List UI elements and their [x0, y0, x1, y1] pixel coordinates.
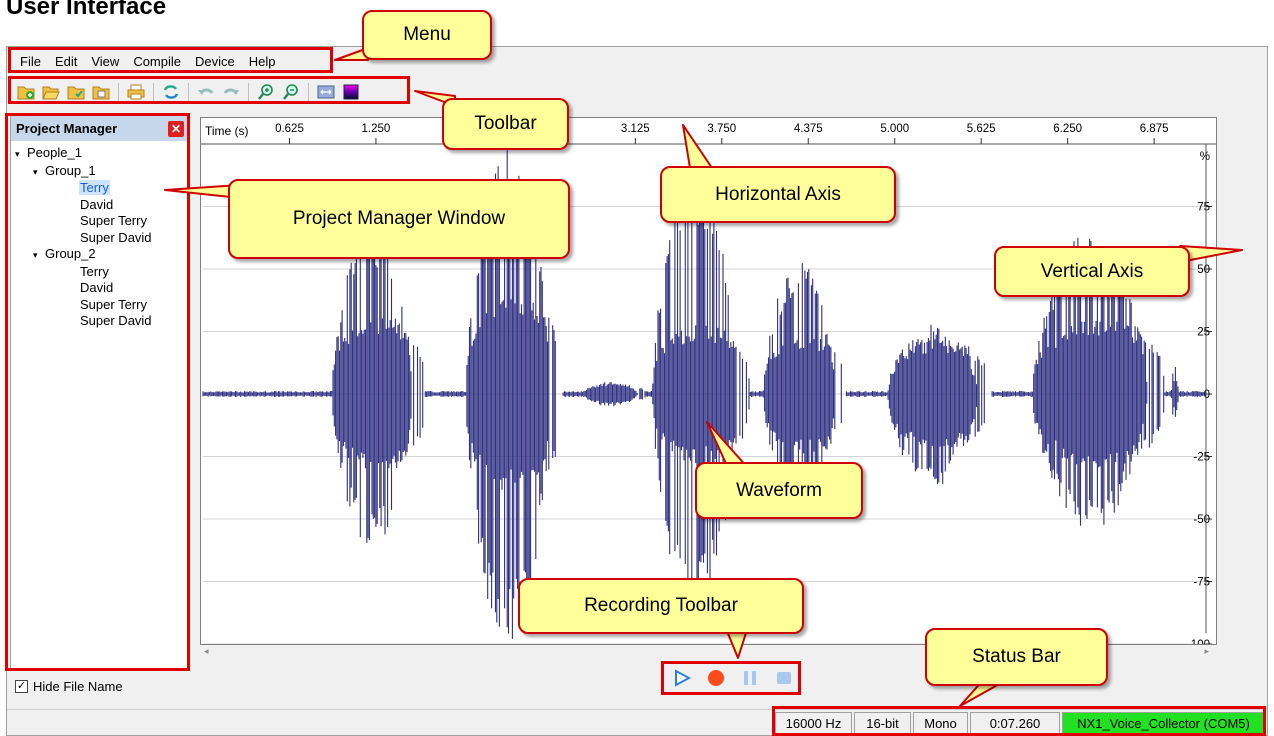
amplitude-tick-label: 75 — [1197, 202, 1210, 214]
save-icon[interactable] — [65, 81, 87, 103]
toolbar-separator — [153, 83, 154, 101]
tree-item-david[interactable]: David — [11, 280, 189, 297]
tree-item-super-terry[interactable]: Super Terry — [11, 297, 189, 314]
tree-node-group-1[interactable]: ▾ Group_1 — [11, 163, 189, 181]
stop-icon[interactable] — [775, 669, 793, 690]
callout-horizontal-axis: Horizontal Axis — [660, 166, 896, 223]
tree-node-label: People_1 — [27, 145, 82, 160]
tree-item-label: Super David — [80, 313, 152, 328]
amplitude-tick-label: 50 — [1197, 264, 1210, 276]
amplitude-unit-label: % — [1200, 151, 1210, 163]
main-toolbar — [15, 79, 362, 105]
time-tick-label: 1.250 — [362, 123, 391, 135]
sample-rate-status: 16000 Hz — [775, 712, 852, 735]
toolbar-separator — [308, 83, 309, 101]
toolbar-separator — [118, 83, 119, 101]
play-icon[interactable] — [673, 668, 692, 690]
time-tick-label: 0.625 — [275, 123, 304, 135]
project-manager-header: Project Manager ✕ — [11, 116, 189, 141]
time-tick-label: 3.750 — [707, 123, 736, 135]
amplitude-tick-label: -75 — [1193, 577, 1210, 589]
zoom-out-icon[interactable] — [280, 81, 302, 103]
fit-icon[interactable] — [315, 81, 337, 103]
redo-icon[interactable] — [220, 81, 242, 103]
hide-file-name-option[interactable]: ✓ Hide File Name — [15, 679, 123, 694]
project-manager-panel: Project Manager ✕ ▾ People_1 ▾ Group_1 Ter… — [10, 115, 190, 671]
tree-item-label: David — [80, 280, 114, 295]
scroll-right-arrow-icon[interactable]: ▸ — [1204, 646, 1209, 657]
recording-toolbar — [665, 664, 801, 694]
save-as-icon[interactable] — [90, 81, 112, 103]
callout-toolbar: Toolbar — [442, 98, 569, 150]
expand-arrow-icon[interactable]: ▾ — [33, 247, 45, 264]
tree-item-david[interactable]: David — [11, 197, 189, 214]
project-manager-title: Project Manager — [16, 121, 118, 136]
tree-item-label: David — [80, 196, 114, 212]
tree-node-label: Group_2 — [45, 246, 96, 261]
toolbar-separator — [248, 83, 249, 101]
tree-item-terry[interactable]: Terry — [11, 180, 189, 197]
toolbar-separator — [188, 83, 189, 101]
callout-waveform: Waveform — [695, 462, 863, 519]
time-tick-label: 6.875 — [1140, 123, 1169, 135]
tree-node-people-1[interactable]: ▾ People_1 — [11, 145, 189, 163]
undo-icon[interactable] — [195, 81, 217, 103]
print-icon[interactable] — [125, 81, 147, 103]
amplitude-tick-label: -50 — [1193, 514, 1210, 526]
page-heading: User Interface — [6, 0, 167, 20]
time-tick-label: 5.000 — [880, 123, 909, 135]
new-project-icon[interactable] — [15, 81, 37, 103]
time-tick-label: 4.375 — [794, 123, 823, 135]
menu-bar: File Edit View Compile Device Help — [7, 47, 283, 75]
spectrum-icon[interactable] — [340, 81, 362, 103]
duration-status: 0:07.260 — [970, 712, 1060, 735]
status-bar: 16000 Hz 16-bit Mono 0:07.260 NX1_Voice_… — [7, 709, 1267, 736]
expand-arrow-icon[interactable]: ▾ — [33, 164, 45, 181]
tree-item-terry[interactable]: Terry — [11, 264, 189, 281]
menu-edit[interactable]: Edit — [48, 54, 84, 69]
pause-icon[interactable] — [741, 669, 759, 690]
hide-file-name-label: Hide File Name — [33, 679, 123, 694]
refresh-icon[interactable] — [160, 81, 182, 103]
menu-view[interactable]: View — [84, 54, 126, 69]
channels-status: Mono — [913, 712, 968, 735]
scroll-left-arrow-icon[interactable]: ◂ — [204, 646, 209, 657]
menu-file[interactable]: File — [13, 54, 48, 69]
callout-vertical-axis: Vertical Axis — [994, 246, 1190, 297]
tree-item-label: Super Terry — [80, 296, 147, 312]
time-axis-label: Time (s) — [205, 124, 249, 138]
tree-node-label: Group_1 — [45, 162, 96, 178]
callout-status-bar: Status Bar — [925, 628, 1108, 686]
expand-arrow-icon[interactable]: ▾ — [15, 146, 27, 163]
callout-project-manager: Project Manager Window — [228, 179, 570, 259]
zoom-in-icon[interactable] — [255, 81, 277, 103]
menu-help[interactable]: Help — [242, 54, 283, 69]
close-icon[interactable]: ✕ — [168, 120, 184, 137]
device-status: NX1_Voice_Collector (COM5) — [1062, 712, 1265, 735]
tree-item-super-terry[interactable]: Super Terry — [11, 213, 189, 230]
amplitude-tick-label: -25 — [1193, 452, 1210, 464]
record-icon[interactable] — [707, 669, 725, 690]
amplitude-tick-label: 25 — [1197, 327, 1210, 339]
tree-item-label: Terry — [80, 263, 109, 279]
hide-file-name-checkbox[interactable]: ✓ — [15, 680, 28, 693]
tree-item-super-david[interactable]: Super David — [11, 230, 189, 247]
callout-menu: Menu — [362, 10, 492, 60]
tree-node-group-2[interactable]: ▾ Group_2 — [11, 246, 189, 264]
project-tree: ▾ People_1 ▾ Group_1 Terry David Super Ter… — [11, 141, 189, 330]
time-tick-label: 3.125 — [621, 123, 650, 135]
time-tick-label: 5.625 — [967, 123, 996, 135]
time-tick-label: 6.250 — [1053, 123, 1082, 135]
bit-depth-status: 16-bit — [854, 712, 911, 735]
menu-compile[interactable]: Compile — [126, 54, 188, 69]
tree-item-super-david[interactable]: Super David — [11, 313, 189, 330]
tree-item-label: Super Terry — [80, 213, 147, 228]
menu-device[interactable]: Device — [188, 54, 242, 69]
amplitude-tick-label: 0 — [1204, 389, 1210, 401]
tree-item-label: Super David — [80, 229, 152, 245]
open-folder-icon[interactable] — [40, 81, 62, 103]
tree-item-label: Terry — [79, 180, 110, 195]
amplitude-tick-label: -100 — [1187, 639, 1210, 644]
callout-recording-toolbar: Recording Toolbar — [518, 578, 804, 634]
